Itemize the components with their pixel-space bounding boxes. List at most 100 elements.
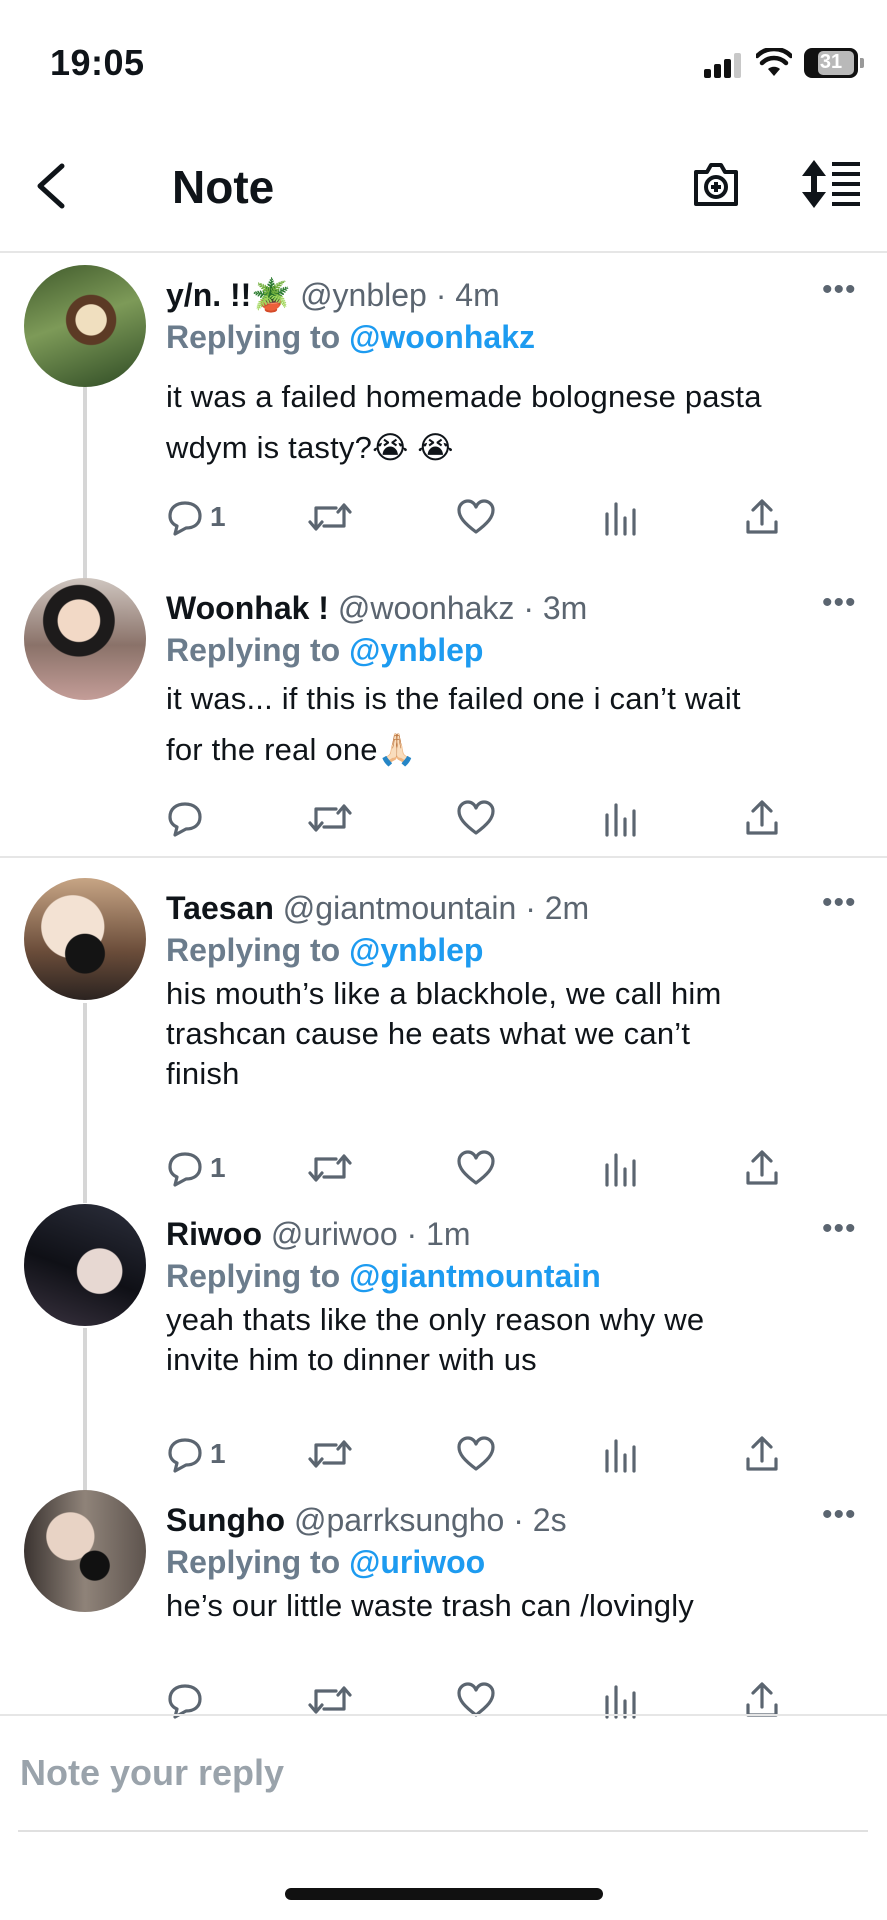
replying-to: Replying to @uriwoo bbox=[166, 1544, 486, 1580]
share-icon bbox=[746, 1150, 778, 1185]
mention-link[interactable]: @giantmountain bbox=[349, 1258, 601, 1294]
handle-time: @parrksungho · 2s bbox=[293, 1502, 567, 1538]
display-name[interactable]: Riwoo bbox=[166, 1216, 262, 1252]
retweet-button[interactable] bbox=[308, 1144, 352, 1192]
tweet-text: he’s our little waste trash can /lovingl… bbox=[166, 1588, 694, 1623]
reply-bubble-icon bbox=[168, 1438, 202, 1473]
avatar[interactable] bbox=[24, 1204, 146, 1326]
retweet-icon bbox=[308, 503, 352, 531]
avatar[interactable] bbox=[24, 578, 146, 700]
views-bars-icon bbox=[605, 1153, 636, 1187]
share-button[interactable] bbox=[744, 1430, 780, 1478]
tweet-text: it was a failed homemade bolognese pasta… bbox=[166, 379, 762, 465]
views-button[interactable] bbox=[603, 1430, 639, 1478]
like-button[interactable] bbox=[456, 794, 496, 842]
tweet-text: yeah thats like the only reason why we in… bbox=[166, 1302, 705, 1377]
views-bars-icon bbox=[605, 502, 636, 536]
share-button[interactable] bbox=[744, 1676, 780, 1724]
thread-connector bbox=[83, 387, 87, 580]
top-bar: Note bbox=[0, 120, 887, 253]
handle-time: @ynblep · 4m bbox=[300, 277, 500, 313]
retweet-icon bbox=[308, 804, 352, 832]
reply-button[interactable] bbox=[166, 1676, 210, 1724]
like-button[interactable] bbox=[456, 1676, 496, 1724]
tweet-actions: 1 bbox=[0, 493, 887, 541]
reply-button[interactable]: 1 bbox=[166, 493, 226, 541]
handle-time: @uriwoo · 1m bbox=[270, 1216, 471, 1252]
tweet-actions: 1 bbox=[0, 1430, 887, 1478]
more-dots-icon[interactable]: ••• bbox=[822, 1498, 856, 1531]
heart-icon bbox=[457, 499, 495, 534]
avatar[interactable] bbox=[24, 1490, 146, 1612]
mention-link[interactable]: @woonhakz bbox=[349, 319, 535, 355]
handle-time: @giantmountain · 2m bbox=[282, 890, 590, 926]
reply-input-underline bbox=[18, 1830, 868, 1832]
views-bars-icon bbox=[605, 803, 636, 837]
sort-lines-icon[interactable] bbox=[800, 158, 862, 210]
camera-plus-icon[interactable] bbox=[690, 158, 742, 210]
tweet-actions bbox=[0, 794, 887, 842]
views-button[interactable] bbox=[603, 1676, 639, 1724]
share-button[interactable] bbox=[744, 493, 780, 541]
share-icon bbox=[746, 1436, 778, 1471]
heart-icon bbox=[457, 1436, 495, 1471]
retweet-icon bbox=[308, 1154, 352, 1182]
display-name[interactable]: Sungho bbox=[166, 1502, 285, 1538]
mention-link[interactable]: @ynblep bbox=[349, 932, 483, 968]
views-bars-icon bbox=[605, 1439, 636, 1473]
retweet-button[interactable] bbox=[308, 493, 352, 541]
battery-cap bbox=[860, 58, 864, 68]
like-button[interactable] bbox=[456, 1430, 496, 1478]
display-name[interactable]: y/n. !!🪴 bbox=[166, 277, 291, 313]
avatar[interactable] bbox=[24, 878, 146, 1000]
share-button[interactable] bbox=[744, 794, 780, 842]
avatar[interactable] bbox=[24, 265, 146, 387]
share-button[interactable] bbox=[744, 1144, 780, 1192]
reply-bubble-icon bbox=[168, 1152, 202, 1187]
reply-bubble-icon bbox=[168, 802, 202, 837]
status-bar: 19:05 31 bbox=[0, 0, 887, 120]
mention-link[interactable]: @ynblep bbox=[349, 632, 483, 668]
status-time: 19:05 bbox=[50, 42, 145, 83]
signal-icon bbox=[704, 52, 744, 78]
retweet-icon bbox=[308, 1440, 352, 1468]
display-name[interactable]: Taesan bbox=[166, 890, 274, 926]
home-indicator[interactable] bbox=[285, 1888, 603, 1900]
tweet-actions bbox=[0, 1676, 887, 1724]
thread-divider bbox=[0, 856, 887, 858]
reply-button[interactable] bbox=[166, 794, 210, 842]
handle-time: @woonhakz · 3m bbox=[337, 590, 588, 626]
replying-to: Replying to @woonhakz bbox=[166, 319, 535, 355]
reply-input[interactable]: Note your reply bbox=[20, 1752, 284, 1794]
retweet-button[interactable] bbox=[308, 1430, 352, 1478]
reply-bubble-icon bbox=[168, 501, 202, 536]
tweet-text: his mouth’s like a blackhole, we call hi… bbox=[166, 976, 722, 1091]
more-dots-icon[interactable]: ••• bbox=[822, 1212, 856, 1245]
views-button[interactable] bbox=[603, 794, 639, 842]
like-button[interactable] bbox=[456, 493, 496, 541]
share-icon bbox=[746, 499, 778, 534]
tweet-text: it was... if this is the failed one i ca… bbox=[166, 681, 741, 767]
like-button[interactable] bbox=[456, 1144, 496, 1192]
share-icon bbox=[746, 800, 778, 835]
tweet-actions: 1 bbox=[0, 1144, 887, 1192]
heart-icon bbox=[457, 1150, 495, 1185]
retweet-button[interactable] bbox=[308, 1676, 352, 1724]
retweet-button[interactable] bbox=[308, 794, 352, 842]
views-button[interactable] bbox=[603, 1144, 639, 1192]
back-button[interactable] bbox=[30, 160, 76, 212]
reply-button[interactable]: 1 bbox=[166, 1430, 226, 1478]
battery-level-text: 31 bbox=[819, 51, 843, 73]
replying-to: Replying to @giantmountain bbox=[166, 1258, 601, 1294]
wifi-icon bbox=[756, 48, 792, 76]
more-dots-icon[interactable]: ••• bbox=[822, 273, 856, 306]
mention-link[interactable]: @uriwoo bbox=[349, 1544, 485, 1580]
reply-button[interactable]: 1 bbox=[166, 1144, 226, 1192]
more-dots-icon[interactable]: ••• bbox=[822, 886, 856, 919]
replying-to: Replying to @ynblep bbox=[166, 632, 484, 668]
reply-count: 1 bbox=[210, 1152, 226, 1183]
display-name[interactable]: Woonhak ! bbox=[166, 590, 329, 626]
views-button[interactable] bbox=[603, 493, 639, 541]
more-dots-icon[interactable]: ••• bbox=[822, 586, 856, 619]
battery-icon: 31 bbox=[804, 48, 858, 78]
